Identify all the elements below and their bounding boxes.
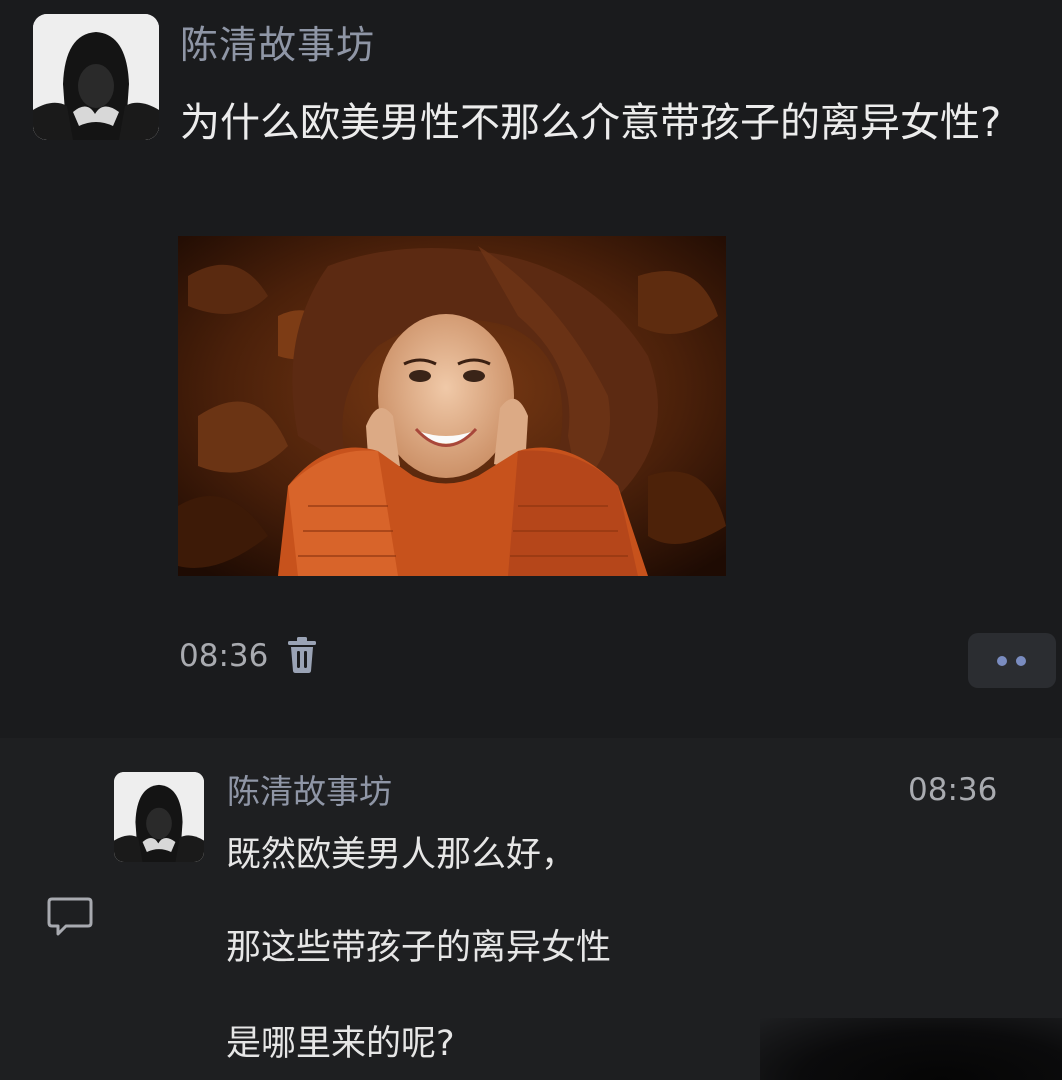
comment-text-line: 那这些带孩子的离异女性 bbox=[226, 928, 612, 968]
post-author-avatar[interactable] bbox=[33, 14, 159, 140]
comment-author-name[interactable]: 陈清故事坊 bbox=[227, 770, 392, 814]
comment-bubble-icon[interactable] bbox=[46, 895, 94, 939]
post-author-name[interactable]: 陈清故事坊 bbox=[180, 20, 375, 70]
more-dots-icon[interactable] bbox=[968, 633, 1056, 688]
comment-author-avatar[interactable] bbox=[114, 772, 204, 862]
post-timestamp: 08:36 bbox=[179, 638, 269, 674]
comment-timestamp: 08:36 bbox=[908, 772, 998, 808]
avatar-image bbox=[33, 14, 159, 140]
post-title: 为什么欧美男性不那么介意带孩子的离异女性? bbox=[180, 100, 1002, 146]
avatar-image bbox=[114, 772, 204, 862]
photo-woman-autumn-leaves bbox=[178, 236, 726, 576]
comment-text-line: 是哪里来的呢? bbox=[226, 1024, 455, 1064]
comment-text-line: 既然欧美男人那么好， bbox=[226, 835, 577, 875]
more-dot bbox=[1016, 656, 1026, 666]
trash-icon[interactable] bbox=[286, 636, 318, 674]
feed-page: 陈清故事坊 为什么欧美男性不那么介意带孩子的离异女性? 08:36 陈清故事坊 … bbox=[0, 0, 1062, 1080]
post-image[interactable] bbox=[178, 236, 726, 576]
more-dot bbox=[997, 656, 1007, 666]
bottom-overlay bbox=[760, 1018, 1062, 1080]
